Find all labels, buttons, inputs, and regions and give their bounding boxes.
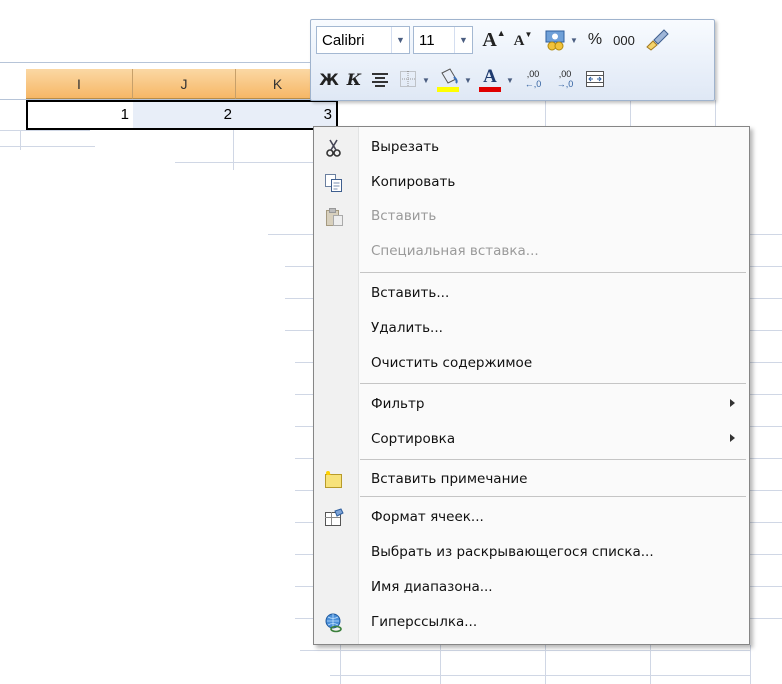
thousands-separator-button[interactable]: 000 xyxy=(609,28,639,52)
borders-icon xyxy=(400,71,416,87)
paste-icon xyxy=(324,207,344,227)
menu-separator xyxy=(360,383,746,384)
bold-button[interactable]: Ж xyxy=(318,66,340,92)
menu-item-sort[interactable]: Сортировка xyxy=(316,425,747,455)
menu-item-copy[interactable]: Копировать xyxy=(316,168,747,198)
insert-comment-icon xyxy=(324,470,344,490)
shrink-font-button[interactable]: A ▼ xyxy=(511,30,535,52)
menu-item-label: Сортировка xyxy=(371,431,456,447)
submenu-arrow-icon xyxy=(730,399,735,407)
font-size-value: 11 xyxy=(419,31,435,49)
decrease-decimal-button[interactable]: ,00 →,0 xyxy=(551,66,579,92)
arrow-left-icon: ←,0 xyxy=(524,79,542,89)
mini-toolbar: Calibri ▼ 11 ▼ A ▲ A ▼ ▼ % 000 Ж К ▼ ▼ A… xyxy=(310,19,715,101)
increase-decimal-button[interactable]: ,00 ←,0 xyxy=(519,66,547,92)
menu-separator xyxy=(360,272,746,273)
menu-item-label: Удалить... xyxy=(371,320,443,336)
font-color-letter: A xyxy=(483,65,497,87)
merge-cells-icon xyxy=(586,71,604,87)
cell-k1[interactable]: 3 xyxy=(236,101,336,127)
menu-item-pick-from-list[interactable]: Выбрать из раскрывающегося списка... xyxy=(316,538,747,568)
italic-button[interactable]: К xyxy=(343,66,365,92)
menu-item-label: Вставить... xyxy=(371,285,450,301)
currency-dropdown-icon[interactable]: ▼ xyxy=(569,34,579,46)
menu-item-insert-comment[interactable]: Вставить примечание xyxy=(316,465,747,495)
font-color-dropdown-icon[interactable]: ▼ xyxy=(505,74,515,86)
currency-icon xyxy=(545,30,565,51)
borders-dropdown-icon[interactable]: ▼ xyxy=(421,74,431,86)
menu-item-filter[interactable]: Фильтр xyxy=(316,390,747,420)
menu-item-label: Вырезать xyxy=(371,139,440,155)
percent-button[interactable]: % xyxy=(583,28,607,52)
submenu-arrow-icon xyxy=(730,434,735,442)
align-center-button[interactable] xyxy=(369,68,391,90)
menu-item-label: Вставить примечание xyxy=(371,471,528,487)
menu-item-label: Фильтр xyxy=(371,396,425,412)
menu-item-paste: Вставить xyxy=(316,202,747,232)
menu-item-label: Копировать xyxy=(371,174,456,190)
column-header-i[interactable]: I xyxy=(26,69,133,99)
menu-item-hyperlink[interactable]: Гиперссылка... xyxy=(316,608,747,638)
menu-item-label: Очистить содержимое xyxy=(371,355,533,371)
font-size-combo[interactable]: 11 ▼ xyxy=(413,26,473,54)
font-name-combo[interactable]: Calibri ▼ xyxy=(316,26,410,54)
format-painter-button[interactable] xyxy=(643,26,671,52)
menu-item-delete[interactable]: Удалить... xyxy=(316,314,747,344)
menu-item-insert[interactable]: Вставить... xyxy=(316,279,747,309)
menu-item-paste-special: Специальная вставка... xyxy=(316,237,747,267)
format-cells-icon xyxy=(324,508,344,528)
menu-item-label: Гиперссылка... xyxy=(371,614,478,630)
fill-color-button[interactable] xyxy=(435,66,461,94)
grow-font-button[interactable]: A ▲ xyxy=(481,28,507,52)
menu-separator xyxy=(360,496,746,497)
menu-item-range-name[interactable]: Имя диапазона... xyxy=(316,573,747,603)
menu-item-label: Вставить xyxy=(371,208,437,224)
paintbrush-icon xyxy=(646,29,669,51)
menu-separator xyxy=(360,459,746,460)
column-header-k[interactable]: K xyxy=(236,69,320,99)
font-color-button[interactable]: A xyxy=(477,64,503,94)
borders-button[interactable] xyxy=(397,68,419,90)
increase-decimal-label: ,00 xyxy=(526,69,540,79)
menu-item-label: Выбрать из раскрывающегося списка... xyxy=(371,544,654,560)
menu-item-label: Имя диапазона... xyxy=(371,579,493,595)
arrow-right-icon: →,0 xyxy=(556,79,574,89)
grow-font-label: A xyxy=(482,28,497,51)
shrink-font-label: A xyxy=(513,32,525,49)
context-menu: Вырезать Копировать Вставить Специальная… xyxy=(313,126,750,645)
menu-item-clear-contents[interactable]: Очистить содержимое xyxy=(316,349,747,379)
align-center-icon xyxy=(372,73,388,87)
chevron-down-icon[interactable]: ▼ xyxy=(454,27,472,53)
menu-item-label: Формат ячеек... xyxy=(371,509,484,525)
font-color-swatch xyxy=(479,86,501,92)
menu-item-cut[interactable]: Вырезать xyxy=(316,133,747,163)
paint-bucket-icon xyxy=(437,68,459,92)
fill-color-dropdown-icon[interactable]: ▼ xyxy=(463,74,473,86)
copy-icon xyxy=(324,173,344,193)
font-name-value: Calibri xyxy=(322,31,365,49)
menu-item-format-cells[interactable]: Формат ячеек... xyxy=(316,503,747,533)
hyperlink-icon xyxy=(324,613,344,633)
decrease-decimal-label: ,00 xyxy=(558,69,572,79)
chevron-down-icon[interactable]: ▼ xyxy=(391,27,409,53)
cell-i1[interactable]: 1 xyxy=(28,101,133,127)
cell-j1[interactable]: 2 xyxy=(133,101,236,127)
scissors-icon xyxy=(324,138,344,158)
column-header-j[interactable]: J xyxy=(133,69,236,99)
currency-format-button[interactable] xyxy=(543,28,569,52)
merge-center-button[interactable] xyxy=(583,68,607,90)
menu-item-label: Специальная вставка... xyxy=(371,243,539,259)
